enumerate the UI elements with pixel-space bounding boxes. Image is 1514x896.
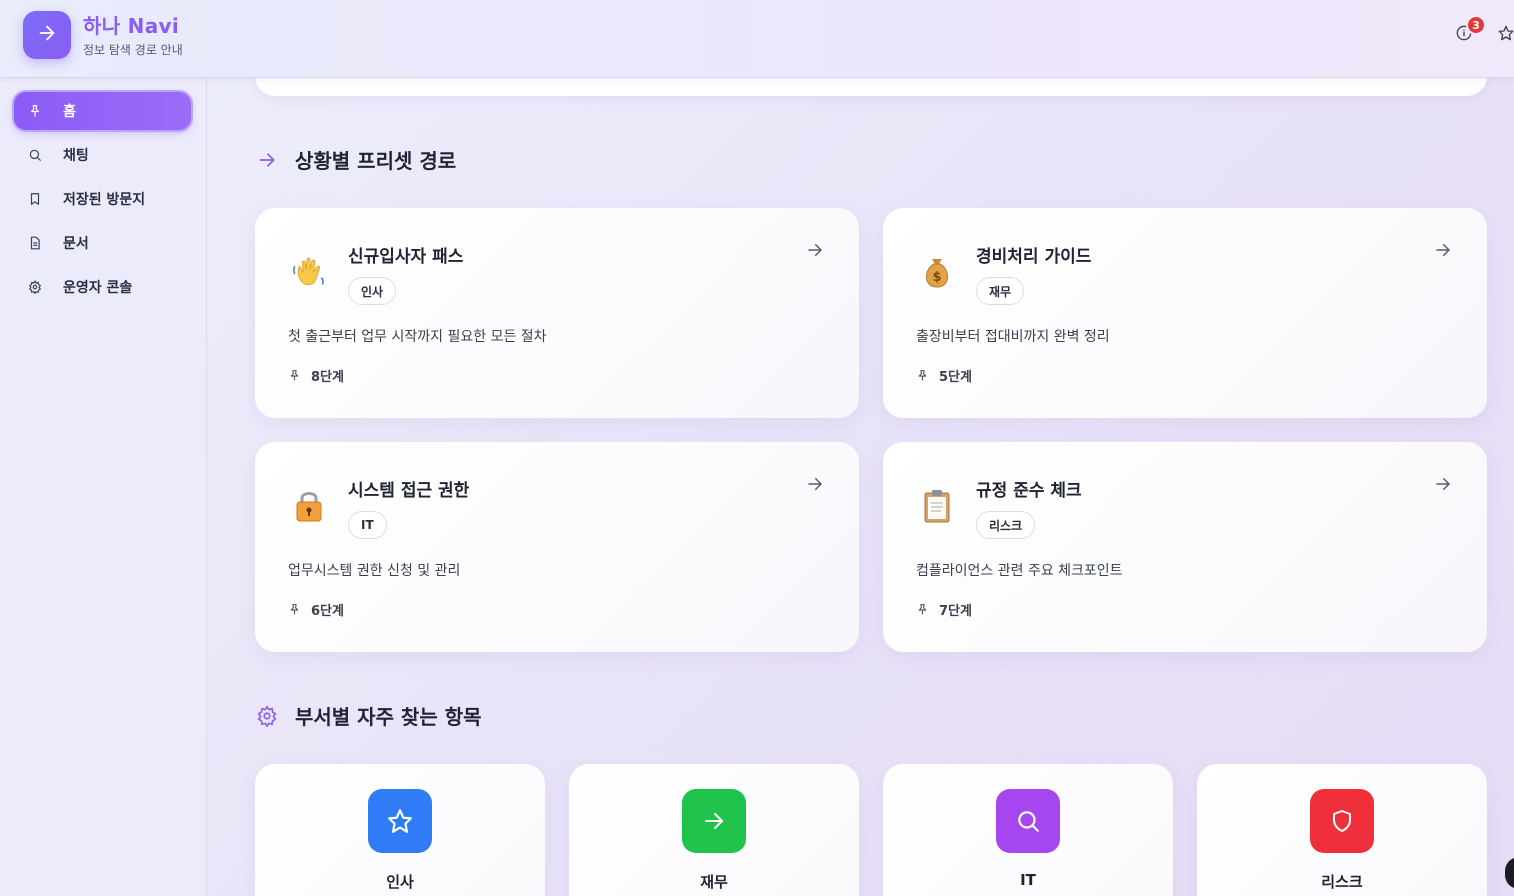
section-title-text: 상황별 프리셋 경로 [295,149,457,173]
gear-icon [27,279,43,295]
dept-label: IT [1020,871,1036,889]
section-title-presets: 상황별 프리셋 경로 [255,145,456,174]
floating-action-button[interactable] [1505,857,1514,889]
preset-description: 출장비부터 접대비까지 완벽 정리 [916,329,1110,345]
preset-tag: 재무 [976,277,1025,305]
arrow-right-icon[interactable] [806,475,824,493]
dept-card-finance[interactable]: 재무 [569,764,859,896]
preset-steps: 6단계 [288,600,344,619]
sidebar-item-saved[interactable]: 저장된 방문지 [14,180,191,218]
preset-description: 업무시스템 권한 신청 및 관리 [288,563,461,579]
preset-title: 시스템 접근 권한 [348,481,470,501]
arrow-right-icon[interactable] [1434,241,1452,259]
preset-card-onboarding[interactable]: 신규입사자 패스 인사 첫 출근부터 업무 시작까지 필요한 모든 절차 8단계 [255,208,859,418]
preset-steps: 8단계 [288,366,344,385]
clipboard-emoji [917,486,957,526]
app-header: 하나 Navi 정보 탐색 경로 안내 3 [0,0,1514,78]
preset-title: 신규입사자 패스 [348,247,464,267]
dept-card-it[interactable]: IT [883,764,1173,896]
gear-icon [255,704,279,728]
dept-label: 인사 [386,873,414,891]
waving-hand-emoji [289,252,329,292]
preset-steps: 5단계 [916,366,972,385]
svg-text:$: $ [932,270,941,285]
preset-steps-text: 8단계 [311,370,344,385]
favorites-button[interactable] [1498,25,1514,45]
sidebar-item-admin-console[interactable]: 운영자 콘솔 [14,268,191,306]
sidebar-item-chat[interactable]: 채팅 [14,136,191,174]
pin-icon [916,603,930,617]
arrow-right-icon[interactable] [806,241,824,259]
app-title: 하나 Navi [83,14,179,38]
sidebar-item-label: 운영자 콘솔 [63,280,133,296]
star-icon [368,789,432,853]
shield-icon [1310,789,1374,853]
preset-tag: IT [348,511,387,539]
money-bag-emoji: $ [917,252,957,292]
dept-label: 리스크 [1321,873,1363,891]
logo-button[interactable] [23,11,71,59]
search-icon [27,147,43,163]
arrow-right-icon[interactable] [1434,475,1452,493]
preset-title: 규정 준수 체크 [976,481,1082,501]
lock-emoji [289,486,329,526]
preset-tag: 리스크 [976,511,1036,539]
preset-steps: 7단계 [916,600,972,619]
bookmark-icon [27,191,43,207]
pin-icon [288,369,302,383]
sidebar-item-home[interactable]: 홈 [14,92,191,130]
pin-icon [288,603,302,617]
arrow-right-icon [682,789,746,853]
preset-title: 경비처리 가이드 [976,247,1092,267]
preset-tag: 인사 [348,277,397,305]
preset-description: 컴플라이언스 관련 주요 체크포인트 [916,563,1123,579]
arrow-right-icon [255,148,279,172]
dept-card-risk[interactable]: 리스크 [1197,764,1487,896]
notification-badge: 3 [1466,15,1486,35]
sidebar-item-label: 채팅 [63,148,89,164]
arrow-right-icon [36,22,58,48]
star-icon [1498,25,1514,45]
preset-steps-text: 6단계 [311,604,344,619]
section-title-text: 부서별 자주 찾는 항목 [295,705,482,729]
sidebar-item-documents[interactable]: 문서 [14,224,191,262]
preset-description: 첫 출근부터 업무 시작까지 필요한 모든 절차 [288,329,547,345]
dept-card-hr[interactable]: 인사 [255,764,545,896]
section-title-departments: 부서별 자주 찾는 항목 [255,701,482,730]
sidebar-item-label: 문서 [63,236,89,252]
preset-card-compliance[interactable]: 규정 준수 체크 리스크 컴플라이언스 관련 주요 체크포인트 7단계 [883,442,1487,652]
preset-steps-text: 5단계 [939,370,972,385]
sidebar: 홈 채팅 저장된 방문지 문서 운영자 콘솔 [0,78,207,896]
pin-icon [916,369,930,383]
search-icon [996,789,1060,853]
sidebar-item-label: 홈 [63,104,76,120]
preset-steps-text: 7단계 [939,604,972,619]
dept-label: 재무 [700,873,728,891]
app-subtitle: 정보 탐색 경로 안내 [83,43,183,57]
document-icon [27,235,43,251]
sidebar-item-label: 저장된 방문지 [63,192,146,208]
preset-card-system-access[interactable]: 시스템 접근 권한 IT 업무시스템 권한 신청 및 관리 6단계 [255,442,859,652]
preset-card-expense[interactable]: $ 경비처리 가이드 재무 출장비부터 접대비까지 완벽 정리 5단계 [883,208,1487,418]
pin-icon [27,103,43,119]
